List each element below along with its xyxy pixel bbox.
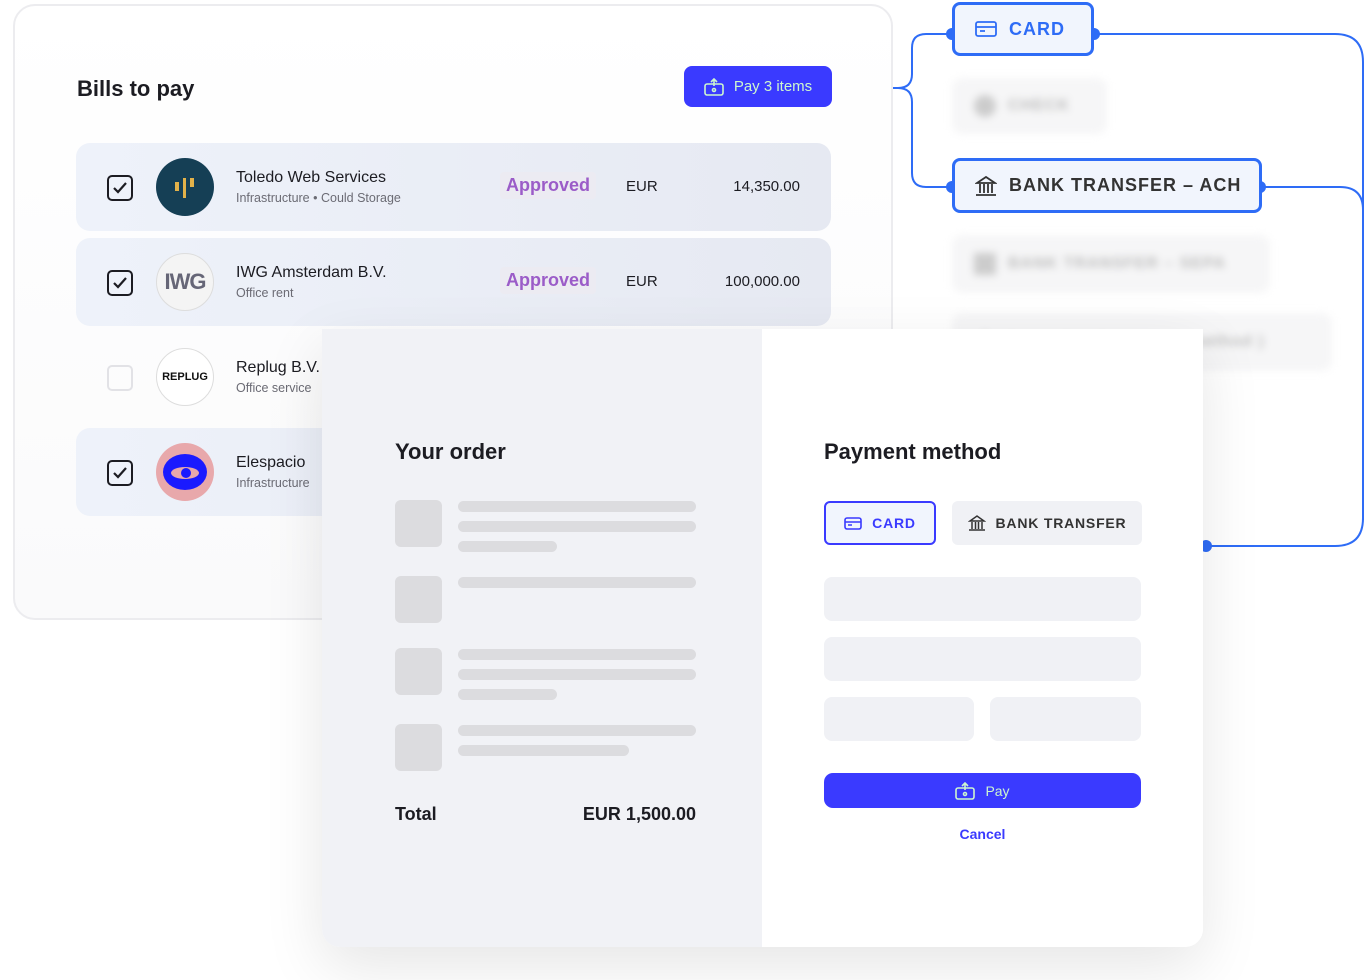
expiry-input[interactable] <box>824 697 974 741</box>
card-icon <box>844 516 862 530</box>
iwg-logo: IWG <box>156 253 214 311</box>
checkout-modal: Your order Total EUR 1,500.00 Payment me… <box>322 329 1203 947</box>
checkbox-checked[interactable] <box>107 460 133 486</box>
replug-logo: REPLUG <box>156 348 214 406</box>
checkbox-checked[interactable] <box>107 270 133 296</box>
vendor-category: Office service <box>236 381 312 395</box>
vendor-category: Infrastructure <box>236 476 310 490</box>
pay-items-button[interactable]: Pay 3 items <box>684 66 832 107</box>
payment-icon <box>704 77 724 96</box>
vendor-name: Elespacio <box>236 454 306 471</box>
method-node-label: BANK TRANSFER – ACH <box>1009 175 1242 195</box>
pay-button[interactable]: Pay <box>824 773 1141 808</box>
checkbox-unchecked[interactable] <box>107 365 133 391</box>
method-node-label: CARD <box>1009 18 1065 39</box>
elespacio-logo <box>156 443 214 501</box>
status-badge: Approved <box>500 172 597 199</box>
bank-icon <box>967 515 986 531</box>
amount: 14,350.00 <box>733 178 800 195</box>
method-node-check: CHECK <box>952 78 1107 134</box>
currency: EUR <box>626 178 658 195</box>
method-node-card[interactable]: CARD <box>952 2 1094 56</box>
vendor-name: Replug B.V. <box>236 359 320 376</box>
method-node-sepa: BANK TRANSFER – SEPA <box>952 235 1270 293</box>
bank-method-button[interactable]: BANK TRANSFER <box>952 501 1142 545</box>
currency: EUR <box>626 273 658 290</box>
status-badge: Approved <box>500 267 597 294</box>
card-icon <box>975 21 997 37</box>
bank-method-label: BANK TRANSFER <box>995 515 1127 531</box>
cancel-link[interactable]: Cancel <box>824 826 1141 842</box>
pay-items-label: Pay 3 items <box>733 78 813 95</box>
bills-title: Bills to pay <box>77 76 195 101</box>
order-title: Your order <box>395 439 506 464</box>
vendor-name: Toledo Web Services <box>236 169 386 186</box>
card-number-input[interactable] <box>824 577 1141 621</box>
amount: 100,000.00 <box>724 273 800 290</box>
vendor-category: Infrastructure • Could Storage <box>236 191 401 205</box>
total-value: EUR 1,500.00 <box>582 804 696 824</box>
toledo-logo <box>156 158 214 216</box>
payment-icon <box>955 781 976 800</box>
card-method-button[interactable]: CARD <box>824 501 936 545</box>
card-name-input[interactable] <box>824 637 1141 681</box>
method-node-ach[interactable]: BANK TRANSFER – ACH <box>952 158 1262 213</box>
payment-title: Payment method <box>824 439 1002 464</box>
pay-label: Pay <box>985 782 1010 799</box>
bank-icon <box>975 175 997 196</box>
bill-row[interactable]: IWG IWG Amsterdam B.V. Office rent Appro… <box>76 238 831 326</box>
bill-row[interactable]: Toledo Web Services Infrastructure • Cou… <box>76 143 831 231</box>
payment-panel: Payment method CARD BANK TRANSFER Pay Ca… <box>762 329 1203 947</box>
card-method-label: CARD <box>872 515 916 531</box>
checkbox-checked[interactable] <box>107 175 133 201</box>
order-summary: Your order Total EUR 1,500.00 <box>322 329 762 947</box>
vendor-name: IWG Amsterdam B.V. <box>236 264 387 281</box>
vendor-category: Office rent <box>236 286 294 300</box>
total-label: Total <box>395 804 437 824</box>
cvc-input[interactable] <box>990 697 1141 741</box>
